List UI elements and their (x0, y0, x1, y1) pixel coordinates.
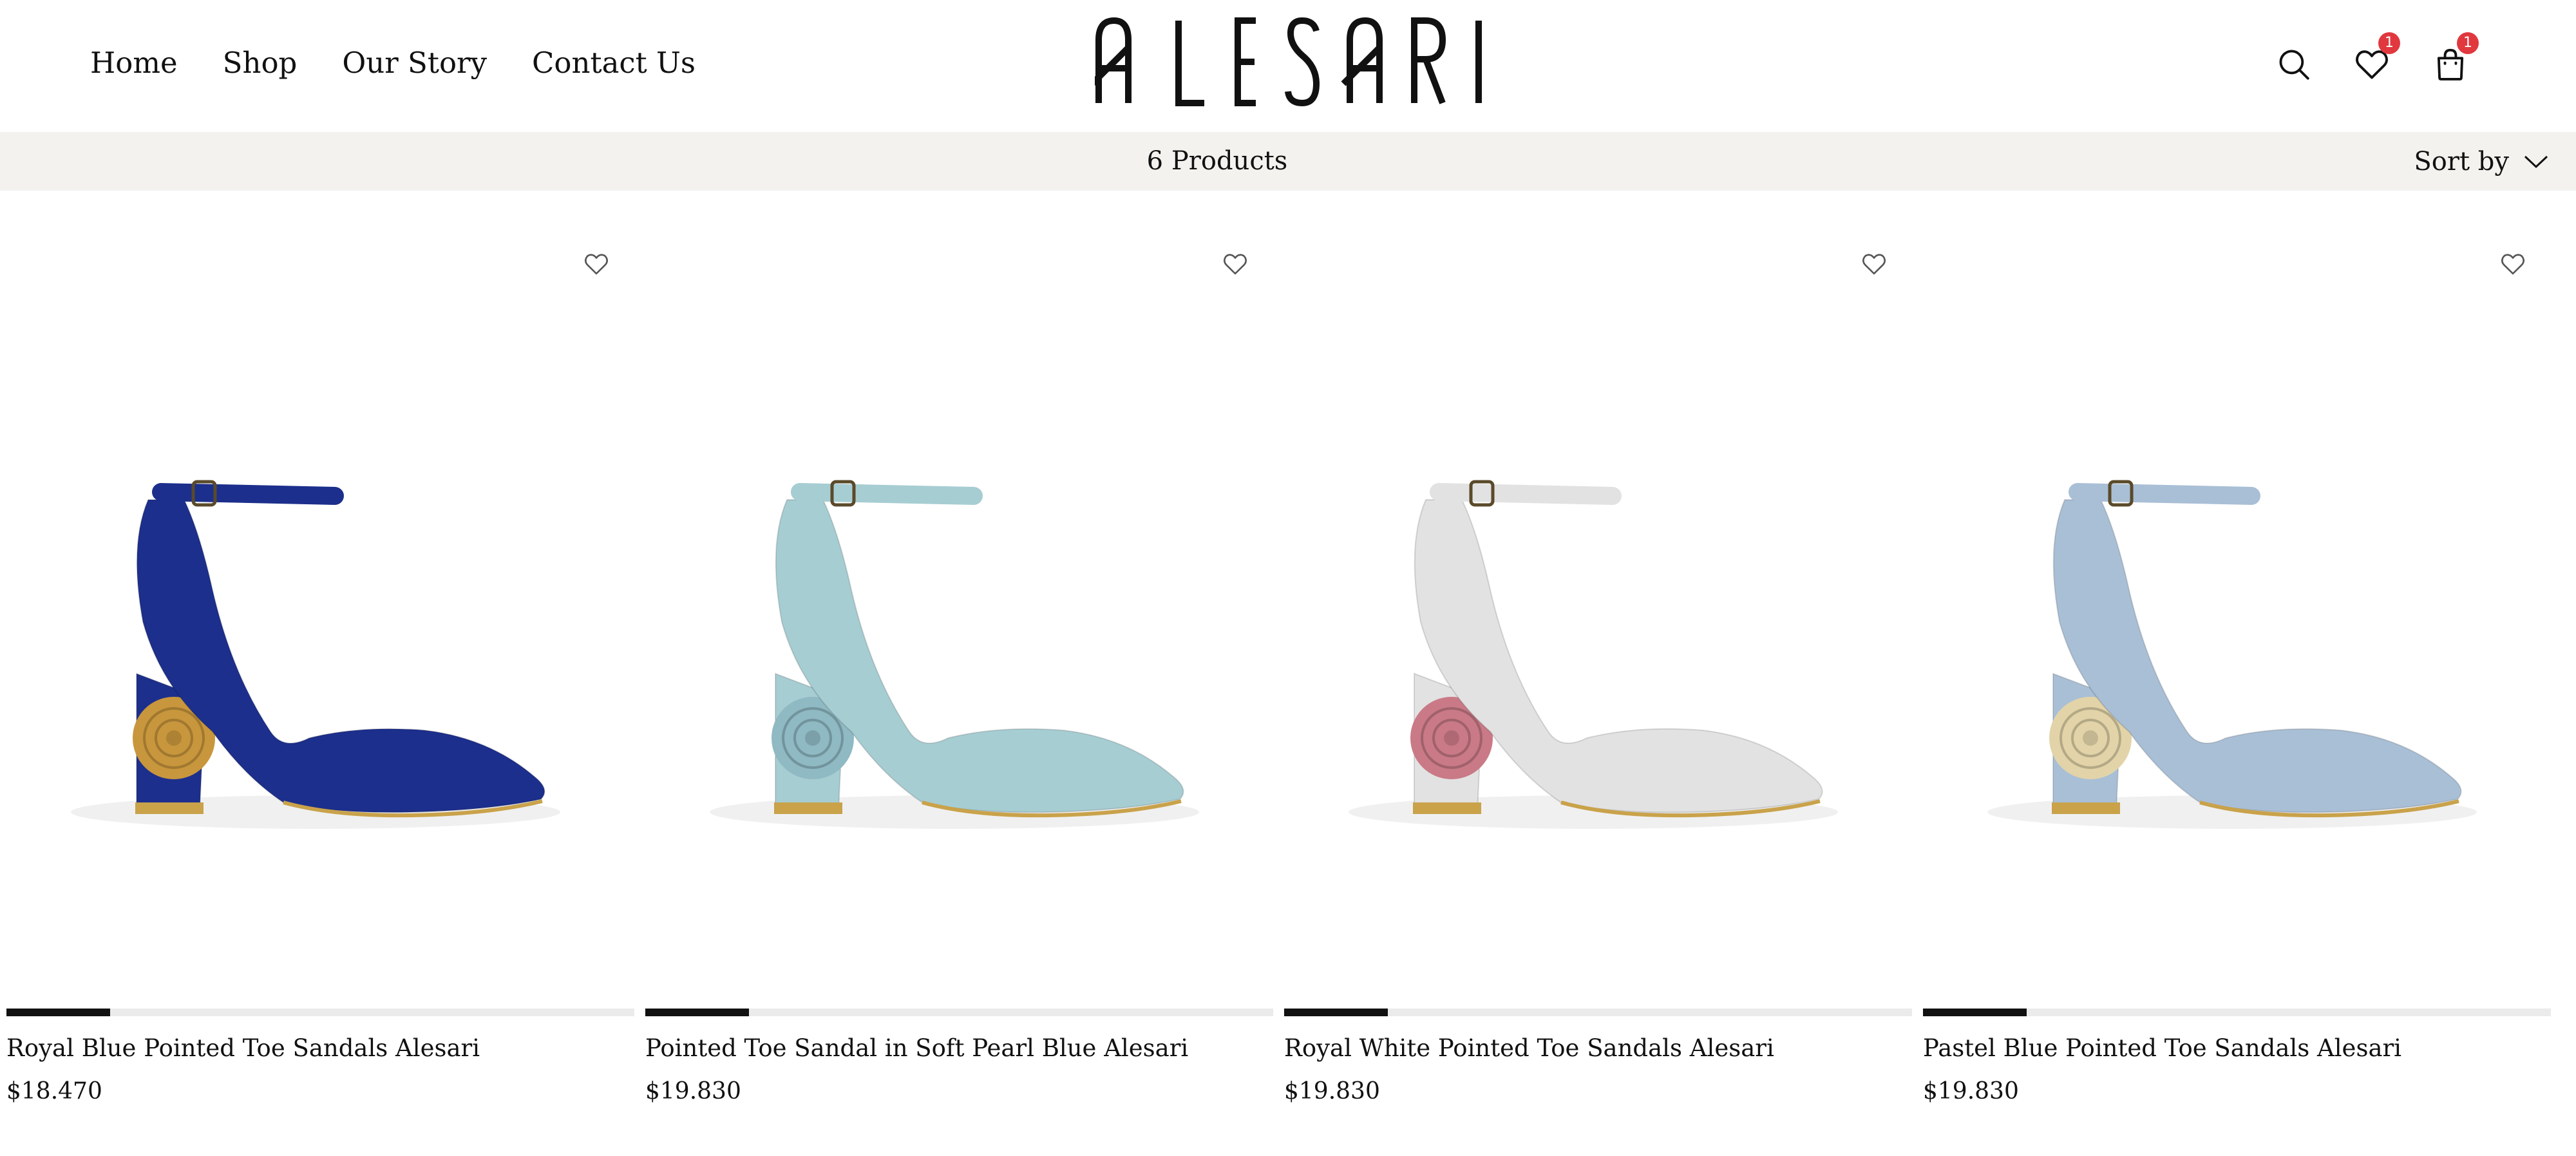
add-to-wishlist-button[interactable] (2499, 250, 2527, 278)
heart-icon (1862, 254, 1886, 275)
heart-icon (2501, 254, 2524, 275)
image-carousel-progress-fill (1923, 1009, 2027, 1016)
product-shoe-image (1987, 480, 2477, 829)
image-carousel-progress (1923, 1009, 2551, 1016)
product-name[interactable]: Pastel Blue Pointed Toe Sandals Alesari (1923, 1034, 2401, 1062)
chevron-down-icon (2524, 155, 2548, 168)
product-card[interactable]: Royal Blue Pointed Toe Sandals Alesari $… (0, 191, 634, 1156)
heart-icon (1224, 254, 1247, 275)
product-price: $19.830 (645, 1078, 741, 1104)
product-shoe-image (710, 480, 1199, 829)
product-image[interactable] (1278, 287, 1909, 996)
cart-count-badge: 1 (2457, 32, 2479, 54)
site-header: Home Shop Our Story Contact Us 1 1 (0, 0, 2576, 132)
image-carousel-progress-fill (1284, 1009, 1388, 1016)
image-carousel-progress-fill (645, 1009, 749, 1016)
add-to-wishlist-button[interactable] (1221, 250, 1249, 278)
product-card[interactable]: Royal White Pointed Toe Sandals Alesari … (1278, 191, 1912, 1156)
sort-dropdown[interactable]: Sort by (2414, 132, 2549, 191)
image-carousel-progress-fill (6, 1009, 110, 1016)
search-button[interactable] (2268, 39, 2320, 90)
product-name[interactable]: Pointed Toe Sandal in Soft Pearl Blue Al… (645, 1034, 1188, 1062)
product-count: 6 Products (1146, 146, 1288, 176)
heart-icon (585, 254, 608, 275)
product-shoe-image (1349, 480, 1838, 829)
product-image[interactable] (1917, 287, 2548, 996)
product-shoe-image (71, 480, 560, 829)
image-carousel-progress (1284, 1009, 1912, 1016)
product-image[interactable] (639, 287, 1270, 996)
product-price: $19.830 (1923, 1078, 2019, 1104)
collection-toolbar: 6 Products Sort by (0, 132, 2576, 191)
product-card[interactable]: Pastel Blue Pointed Toe Sandals Alesari … (1917, 191, 2551, 1156)
image-carousel-progress (6, 1009, 634, 1016)
cart-button[interactable]: 1 (2425, 32, 2479, 90)
header-icons: 1 1 (0, 32, 2576, 90)
product-price: $18.470 (6, 1078, 102, 1104)
search-icon (2279, 50, 2309, 80)
product-price: $19.830 (1284, 1078, 1380, 1104)
product-card[interactable]: Pointed Toe Sandal in Soft Pearl Blue Al… (639, 191, 1273, 1156)
add-to-wishlist-button[interactable] (1860, 250, 1888, 278)
sort-label: Sort by (2414, 146, 2509, 176)
product-grid: Royal Blue Pointed Toe Sandals Alesari $… (0, 191, 2576, 1156)
image-carousel-progress (645, 1009, 1273, 1016)
product-name[interactable]: Royal Blue Pointed Toe Sandals Alesari (6, 1034, 480, 1062)
add-to-wishlist-button[interactable] (582, 250, 611, 278)
wishlist-button[interactable]: 1 (2346, 32, 2400, 90)
wishlist-count-badge: 1 (2378, 32, 2400, 54)
product-name[interactable]: Royal White Pointed Toe Sandals Alesari (1284, 1034, 1774, 1062)
product-image[interactable] (0, 287, 631, 996)
